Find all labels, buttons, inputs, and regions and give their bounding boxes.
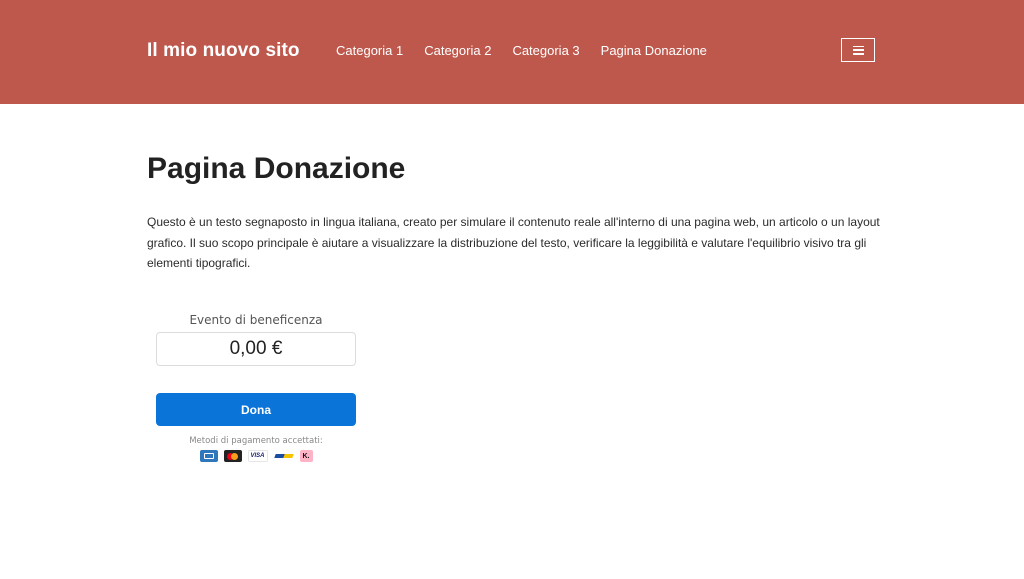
mastercard-icon	[223, 450, 242, 462]
payment-methods: VISA K.	[156, 450, 356, 462]
visa-icon: VISA	[247, 450, 268, 462]
menu-toggle-button[interactable]	[841, 38, 875, 62]
amount-input[interactable]: 0,00 €	[156, 332, 356, 366]
payment-methods-label: Metodi di pagamento accettati:	[189, 436, 323, 446]
site-header: Il mio nuovo sito Categoria 1 Categoria …	[0, 0, 1024, 104]
page-title: Pagina Donazione	[147, 152, 406, 185]
donate-button[interactable]: Dona	[156, 393, 356, 426]
intro-paragraph: Questo è un testo segnaposto in lingua i…	[147, 215, 880, 270]
nav-item-categoria-1[interactable]: Categoria 1	[336, 43, 403, 58]
main-nav: Categoria 1 Categoria 2 Categoria 3 Pagi…	[336, 43, 728, 58]
nav-item-categoria-2[interactable]: Categoria 2	[424, 43, 491, 58]
nav-item-pagina-donazione[interactable]: Pagina Donazione	[601, 43, 707, 58]
nav-item-categoria-3[interactable]: Categoria 3	[512, 43, 579, 58]
klarna-icon: K.	[299, 450, 313, 462]
site-title[interactable]: Il mio nuovo sito	[147, 40, 300, 62]
donation-widget: Evento di beneficenza 0,00 € Dona Metodi…	[156, 310, 356, 462]
bank-transfer-icon	[273, 450, 294, 462]
hamburger-icon	[852, 45, 864, 55]
amex-icon	[199, 450, 218, 462]
event-label: Evento di beneficenza	[189, 313, 323, 327]
